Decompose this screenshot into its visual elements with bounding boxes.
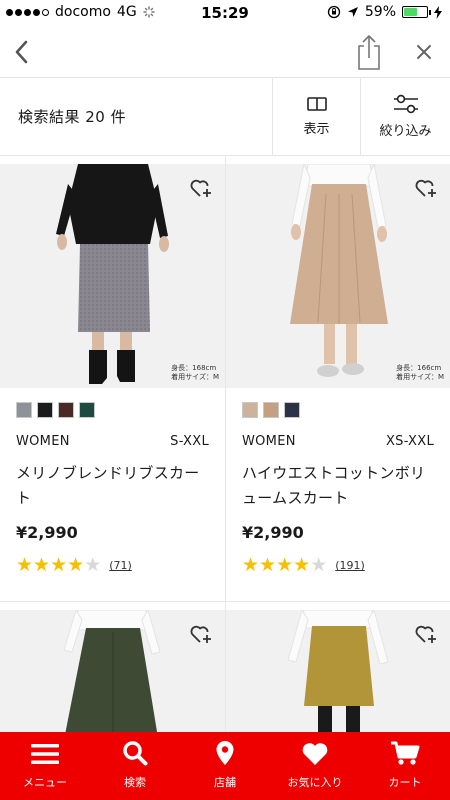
color-swatch[interactable]: [284, 402, 300, 418]
add-favorite-button[interactable]: [189, 176, 213, 200]
model-height: 身長：166cm: [396, 364, 442, 372]
product-sizes: S-XXL: [170, 434, 209, 449]
product-name[interactable]: ハイウエストコットンボリュームスカート: [242, 461, 434, 511]
book-icon: [306, 97, 327, 111]
cart-icon: [391, 741, 420, 765]
share-icon: [358, 35, 380, 70]
heart-plus-icon: [415, 625, 436, 643]
model-size: 着用サイズ：M: [396, 373, 444, 381]
tab-menu-label: メニュー: [23, 776, 67, 789]
status-icons: 59%: [327, 4, 442, 20]
orientation-lock-icon: [327, 5, 341, 19]
color-swatch[interactable]: [242, 402, 258, 418]
star-icon: ★: [50, 554, 68, 576]
status-bar: docomo 4G 15:29 59%: [0, 0, 450, 26]
product-card[interactable]: [0, 610, 225, 750]
star-icon: ★: [310, 554, 328, 576]
heart-icon: [302, 743, 328, 765]
add-favorite-button[interactable]: [414, 176, 438, 200]
location-arrow-icon: [347, 7, 358, 17]
heart-plus-icon: [190, 625, 211, 643]
display-label: 表示: [303, 122, 330, 137]
result-toolbar: 検索結果 20 件 表示 絞り込み: [0, 78, 450, 156]
color-swatches: [242, 402, 434, 418]
filter-label: 絞り込み: [379, 124, 432, 139]
product-gender: WOMEN: [16, 434, 70, 449]
color-swatches: [16, 402, 209, 418]
star-icon: ★: [276, 554, 294, 576]
color-swatch[interactable]: [79, 402, 95, 418]
product-card[interactable]: [225, 610, 450, 750]
model-size: 着用サイズ：M: [171, 373, 219, 381]
add-favorite-button[interactable]: [189, 622, 213, 646]
share-button[interactable]: [354, 32, 384, 72]
product-image[interactable]: 身長：168cm 着用サイズ：M: [0, 164, 225, 388]
star-icon: ★: [84, 554, 102, 576]
product-image[interactable]: [0, 610, 225, 750]
color-swatch[interactable]: [58, 402, 74, 418]
review-count-link[interactable]: (71): [109, 559, 132, 572]
heart-plus-icon: [190, 179, 211, 197]
product-card[interactable]: 身長：168cm 着用サイズ：M WOMEN S-XXL メリノブレンドリブスカ…: [0, 164, 225, 602]
product-image[interactable]: 身長：166cm 着用サイズ：M: [226, 164, 450, 388]
battery-icon: [402, 6, 431, 18]
product-rating: ★ ★ ★ ★ ★ (191): [242, 556, 434, 575]
search-result-count: 検索結果 20 件: [18, 108, 127, 126]
star-icon: ★: [33, 554, 51, 576]
display-toggle-button[interactable]: 表示: [272, 78, 360, 155]
color-swatch[interactable]: [16, 402, 32, 418]
tab-favorites[interactable]: お気に入り: [270, 732, 360, 800]
product-info: WOMEN S-XXL メリノブレンドリブスカート ¥2,990 ★ ★ ★ ★…: [0, 388, 225, 602]
tab-favorites-label: お気に入り: [287, 776, 343, 789]
menu-icon: [31, 744, 59, 764]
tab-stores[interactable]: 店舗: [180, 732, 270, 800]
search-icon: [123, 741, 148, 766]
product-card[interactable]: 身長：166cm 着用サイズ：M WOMEN XS-XXL ハイウエストコットン…: [225, 164, 450, 602]
product-sizes: XS-XXL: [385, 434, 434, 449]
star-icon: ★: [67, 554, 85, 576]
product-image[interactable]: [226, 610, 450, 750]
tab-cart[interactable]: カート: [360, 732, 450, 800]
charging-bolt-icon: [434, 5, 442, 19]
star-icon: ★: [259, 554, 277, 576]
tab-stores-label: 店舗: [214, 776, 236, 789]
tab-cart-label: カート: [388, 776, 422, 789]
tab-menu[interactable]: メニュー: [0, 732, 90, 800]
close-button[interactable]: [410, 36, 438, 68]
color-swatch[interactable]: [263, 402, 279, 418]
review-count-link[interactable]: (191): [335, 559, 365, 572]
color-swatch[interactable]: [37, 402, 53, 418]
back-button[interactable]: [6, 34, 36, 70]
product-price: ¥2,990: [16, 523, 78, 542]
product-grid: 身長：168cm 着用サイズ：M WOMEN S-XXL メリノブレンドリブスカ…: [0, 156, 450, 750]
product-price: ¥2,990: [242, 523, 304, 542]
tab-search-label: 検索: [124, 776, 146, 789]
map-pin-icon: [216, 741, 234, 765]
product-name[interactable]: メリノブレンドリブスカート: [16, 461, 209, 511]
tab-search[interactable]: 検索: [90, 732, 180, 800]
star-icon: ★: [242, 554, 260, 576]
bottom-tab-bar: メニュー 検索 店舗 お気に入り カート: [0, 732, 450, 800]
star-icon: ★: [293, 554, 311, 576]
heart-plus-icon: [415, 179, 436, 197]
model-size-note: 身長：166cm 着用サイズ：M: [396, 364, 444, 382]
filter-button[interactable]: 絞り込み: [360, 78, 450, 155]
add-favorite-button[interactable]: [414, 622, 438, 646]
model-size-note: 身長：168cm 着用サイズ：M: [171, 364, 219, 382]
product-gender: WOMEN: [242, 434, 296, 449]
star-icon: ★: [16, 554, 34, 576]
product-rating: ★ ★ ★ ★ ★ (71): [16, 556, 209, 575]
model-height: 身長：168cm: [171, 364, 217, 372]
battery-percent: 59%: [364, 4, 396, 20]
close-icon: [417, 45, 431, 59]
chevron-left-icon: [15, 40, 28, 64]
product-info: WOMEN XS-XXL ハイウエストコットンボリュームスカート ¥2,990 …: [226, 388, 450, 602]
navigation-bar: [0, 26, 450, 78]
sliders-icon: [393, 94, 418, 114]
